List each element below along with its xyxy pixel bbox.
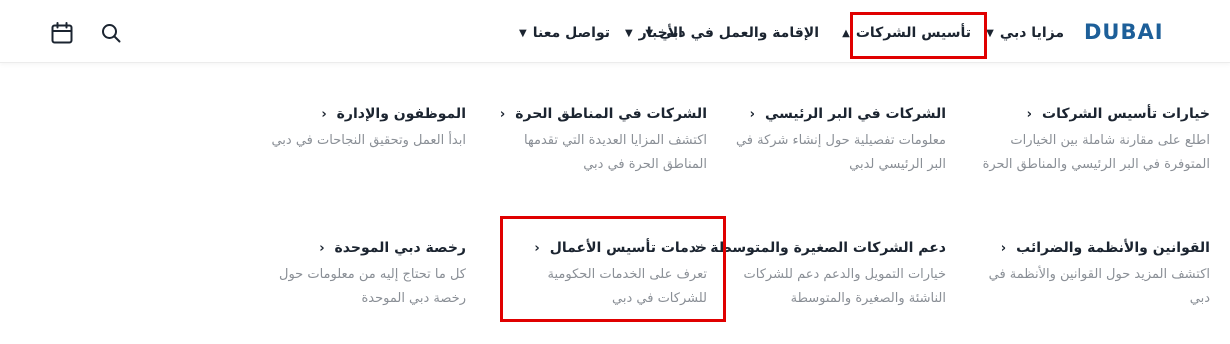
card-description: كل ما تحتاج إليه من معلومات حول رخصة دبي… xyxy=(279,267,466,306)
nav-item-news[interactable]: الأخبار ▼ xyxy=(625,22,683,44)
chevron-down-icon: ▼ xyxy=(624,27,633,39)
chevron-left-icon: ‹ xyxy=(1000,240,1007,256)
nav-item-contact-us[interactable]: تواصل معنا ▼ xyxy=(519,22,610,44)
card-title[interactable]: خيارات تأسيس الشركات ‹ xyxy=(972,103,1210,125)
highlight-box-company-setup xyxy=(850,12,987,59)
card-title-text: الشركات في البر الرئيسي xyxy=(764,106,946,122)
card-title[interactable]: الموظفون والإدارة ‹ xyxy=(251,103,466,125)
nav-label: الإقامة والعمل في دبي xyxy=(659,25,819,41)
nav-label: تواصل معنا xyxy=(532,25,610,41)
nav-item-dubai-advantages[interactable]: مزايا دبي ▼ xyxy=(986,22,1064,44)
menu-card-free-zone-companies[interactable]: الشركات في المناطق الحرة ‹ اكتشف المزايا… xyxy=(497,103,707,177)
card-title-text: خيارات تأسيس الشركات xyxy=(1042,106,1210,122)
card-title-text: الموظفون والإدارة xyxy=(336,106,466,122)
card-title-text: دعم الشركات الصغيرة والمتوسطة xyxy=(710,240,946,256)
card-title-text: القوانين والأنظمة والضرائب xyxy=(1016,240,1210,256)
menu-card-dubai-unified-license[interactable]: رخصة دبي الموحدة ‹ كل ما تحتاج إليه من م… xyxy=(251,237,466,311)
card-description: اكتشف المزايا العديدة التي تقدمها المناط… xyxy=(524,133,707,172)
chevron-down-icon: ▼ xyxy=(519,27,527,39)
menu-card-sme-support[interactable]: دعم الشركات الصغيرة والمتوسطة ‹ خيارات ا… xyxy=(695,237,946,311)
top-navigation-bar: DUBAI مزايا دبي ▼ تأسيس الشركات ▲ الإقام… xyxy=(0,0,1230,63)
chevron-down-icon: ▼ xyxy=(986,27,994,39)
card-title[interactable]: رخصة دبي الموحدة ‹ xyxy=(251,237,466,259)
card-description: ابدأ العمل وتحقيق النجاحات في دبي xyxy=(271,133,466,148)
search-icon[interactable] xyxy=(99,21,123,45)
dubai-logo[interactable]: DUBAI xyxy=(1084,20,1164,44)
card-title-text: الشركات في المناطق الحرة xyxy=(515,106,707,122)
menu-card-employees-management[interactable]: الموظفون والإدارة ‹ ابدأ العمل وتحقيق ال… xyxy=(251,103,466,153)
menu-card-laws-regulations-taxes[interactable]: القوانين والأنظمة والضرائب ‹ اكتشف المزي… xyxy=(972,237,1210,311)
chevron-left-icon: ‹ xyxy=(319,240,325,256)
card-description: معلومات تفصيلية حول إنشاء شركة في البر ا… xyxy=(735,133,946,172)
card-title-text: رخصة دبي الموحدة xyxy=(334,240,466,256)
card-title[interactable]: القوانين والأنظمة والضرائب ‹ xyxy=(972,237,1210,259)
chevron-left-icon: ‹ xyxy=(749,106,755,122)
highlight-box-business-setup-services xyxy=(500,216,726,322)
card-description: اطلع على مقارنة شاملة بين الخيارات المتو… xyxy=(982,133,1210,172)
chevron-up-icon: ▲ xyxy=(842,27,850,39)
card-description: خيارات التمويل والدعم دعم للشركات الناشئ… xyxy=(743,267,946,306)
chevron-left-icon: ‹ xyxy=(321,106,327,122)
card-title[interactable]: الشركات في المناطق الحرة ‹ xyxy=(497,103,707,125)
card-description: اكتشف المزيد حول القوانين والأنظمة في دب… xyxy=(988,267,1210,306)
chevron-left-icon: ‹ xyxy=(499,106,506,122)
chevron-left-icon: ‹ xyxy=(1026,106,1032,122)
menu-card-setup-options[interactable]: خيارات تأسيس الشركات ‹ اطلع على مقارنة ش… xyxy=(972,103,1210,177)
nav-label: الأخبار xyxy=(638,25,683,41)
card-title[interactable]: الشركات في البر الرئيسي ‹ xyxy=(726,103,946,125)
nav-label: مزايا دبي xyxy=(999,25,1064,41)
card-title[interactable]: دعم الشركات الصغيرة والمتوسطة ‹ xyxy=(695,237,946,259)
menu-card-mainland-companies[interactable]: الشركات في البر الرئيسي ‹ معلومات تفصيلي… xyxy=(726,103,946,177)
calendar-icon[interactable] xyxy=(50,21,74,45)
